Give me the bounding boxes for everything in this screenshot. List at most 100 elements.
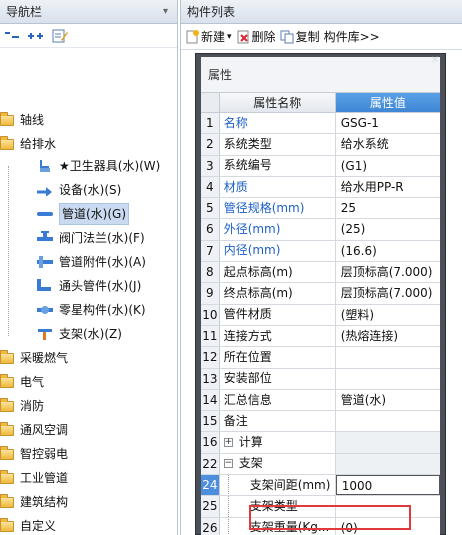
nav-tree-item[interactable]: 阀门法兰(水)(F) [36, 226, 145, 250]
nav-tree-item[interactable]: ★卫生器具(水)(W) [36, 154, 160, 178]
property-value[interactable]: (16.6) [336, 241, 440, 261]
property-row[interactable]: 26 支架重量(Kg... (0) [201, 517, 440, 535]
nav-tree-item[interactable]: 管道(水)(G) [36, 202, 130, 226]
property-name-text: 支架类型 [249, 499, 298, 513]
chevron-down-icon[interactable]: ▾ [227, 32, 232, 42]
valve-icon [36, 230, 54, 246]
property-row[interactable]: 14 汇总信息 管道(水) [201, 389, 440, 412]
property-value[interactable]: (G1) [336, 156, 440, 176]
collapse-all-icon[interactable] [4, 28, 20, 44]
property-row[interactable]: 3 系统编号 (G1) [201, 155, 440, 177]
property-value-input[interactable]: 1000 [335, 475, 440, 496]
property-name-text: 备注 [223, 413, 248, 428]
property-name: 管件材质 [220, 304, 336, 325]
collapse-icon[interactable]: − [223, 459, 233, 469]
expand-icon[interactable]: + [223, 438, 233, 448]
property-value[interactable]: 层顶标高(7.000) [336, 262, 440, 282]
property-value[interactable] [336, 411, 440, 431]
property-value[interactable]: (25) [336, 219, 440, 239]
property-value[interactable]: GSG-1 [336, 113, 440, 133]
property-row[interactable]: 13 安装部位 [201, 368, 440, 390]
property-row[interactable]: 12 所在位置 [201, 347, 440, 369]
library-button[interactable]: 构件库>> [324, 28, 380, 45]
property-row[interactable]: 1 名称 GSG-1 [201, 113, 440, 135]
row-index: 22 [201, 453, 220, 475]
property-value[interactable]: (塑料) [336, 305, 440, 325]
folder-icon [0, 397, 14, 412]
property-value[interactable]: (热熔连接) [336, 326, 440, 346]
properties-title: 属性 [201, 57, 440, 93]
nav-tree-label: 轴线 [20, 113, 45, 127]
property-value[interactable] [335, 453, 440, 475]
property-row[interactable]: 5 管径规格(mm) 25 [201, 198, 440, 220]
property-name-text: 系统编号 [223, 158, 272, 173]
copy-button[interactable]: 复制 [280, 28, 320, 45]
edit-list-icon[interactable] [52, 28, 68, 44]
nav-tree-item[interactable]: 采暖燃气 [0, 346, 68, 370]
nav-tree-item[interactable]: 支架(水)(Z) [36, 322, 122, 346]
property-value[interactable]: 给水用PP-R [336, 177, 440, 197]
row-index: 7 [201, 240, 220, 262]
property-value[interactable]: 25 [336, 198, 440, 218]
col-value-header: 属性值 [335, 93, 440, 113]
component-list-title: 构件列表 [187, 5, 236, 19]
nav-tree-item[interactable]: 轴线 [0, 108, 44, 132]
property-value[interactable] [336, 496, 440, 516]
property-name: 材质 [220, 176, 336, 198]
property-name: 内径(mm) [220, 240, 336, 262]
component-toolbar: 新建 ▾ 删除 复制 构件库>> [181, 24, 462, 50]
property-row[interactable]: 8 起点标高(m) 层顶标高(7.000) [201, 262, 440, 284]
property-row[interactable]: 7 内径(mm) (16.6) [201, 240, 440, 263]
nav-tree-item[interactable]: 消防 [0, 394, 44, 418]
copy-icon [280, 30, 294, 43]
nav-tree-item[interactable]: 自定义 [0, 514, 56, 535]
nav-tree-item[interactable]: 电气 [0, 370, 44, 394]
nav-tree-item[interactable]: 零星构件(水)(K) [36, 298, 146, 322]
nav-tree-item[interactable]: 通风空调 [0, 418, 68, 442]
row-index: 8 [201, 262, 220, 283]
property-name-text: 材质 [223, 179, 248, 194]
nav-tree-item[interactable]: 给排水 [0, 132, 56, 156]
property-row[interactable]: 24 支架间距(mm) 1000 [201, 475, 440, 497]
delete-button[interactable]: 删除 [236, 28, 276, 45]
property-value[interactable] [335, 432, 440, 453]
property-row[interactable]: 25 支架类型 [201, 496, 440, 518]
pipe-fitting-icon [36, 254, 54, 270]
new-button[interactable]: 新建 ▾ [185, 28, 232, 45]
close-icon[interactable]: ✕ [431, 55, 439, 66]
property-row[interactable]: 16 + 计算 [201, 432, 440, 454]
property-row[interactable]: 22− 支架 [201, 453, 440, 476]
nav-tree-item[interactable]: 通头管件(水)(J) [36, 274, 141, 298]
nav-tree-item[interactable]: 管道附件(水)(A) [36, 250, 146, 274]
property-value[interactable]: (0) [336, 518, 440, 535]
property-row[interactable]: 9 终点标高(m) 层顶标高(7.000) [201, 283, 440, 305]
property-value[interactable]: 管道(水) [336, 390, 440, 410]
row-index: 1 [201, 113, 220, 134]
property-row[interactable]: 11 连接方式 (热熔连接) [201, 325, 440, 348]
property-value[interactable] [336, 347, 440, 367]
nav-tree-item[interactable]: 设备(水)(S) [36, 178, 121, 202]
property-value[interactable]: 给水系统 [336, 134, 440, 154]
property-name: 汇总信息 [220, 389, 336, 411]
property-row[interactable]: 2 系统类型 给水系统 [201, 134, 440, 156]
nav-tree-item[interactable]: 工业管道 [0, 466, 68, 490]
tree-indent [227, 496, 250, 517]
nav-tree-label: 自定义 [20, 519, 57, 533]
property-row[interactable]: 10 管件材质 (塑料) [201, 304, 440, 326]
property-value[interactable] [336, 369, 440, 389]
property-name: 起点标高(m) [220, 262, 336, 283]
nav-tree-item[interactable]: 建筑结构 [0, 490, 68, 514]
expand-all-icon[interactable] [28, 28, 44, 44]
property-row[interactable]: 15 备注 [201, 411, 440, 433]
folder-icon [0, 349, 14, 364]
tree-indent [227, 517, 250, 535]
property-value[interactable]: 层顶标高(7.000) [336, 283, 440, 303]
nav-tree-label: 消防 [20, 399, 45, 413]
property-row[interactable]: 6 外径(mm) (25) [201, 219, 440, 241]
nav-tree-item[interactable]: 智控弱电 [0, 442, 68, 466]
property-row[interactable]: 4 材质 给水用PP-R [201, 176, 440, 199]
nav-tree-label: 阀门法兰(水)(F) [59, 231, 145, 245]
row-index: 12 [201, 347, 220, 368]
pin-icon[interactable]: ▾ [163, 0, 173, 24]
component-panel-title: 构件列表 [181, 0, 462, 24]
